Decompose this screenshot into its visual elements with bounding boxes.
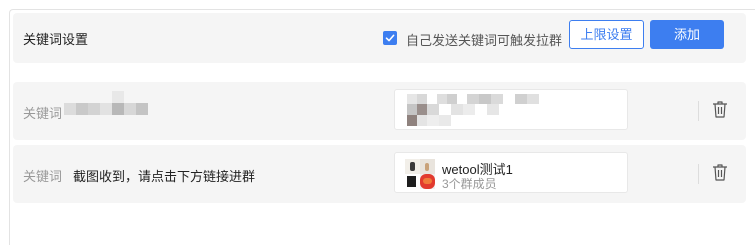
trash-icon[interactable] [712,163,728,181]
keyword-text: 截图收到，请点击下方链接进群 [73,169,256,184]
group-member-count: 3个群成员 [442,177,497,191]
group-card-blurred[interactable] [394,89,628,130]
group-card[interactable]: wetool测试1 3个群成员 [394,152,628,193]
self-trigger-label[interactable]: 自己发送关键词可触发拉群 [406,30,562,49]
limit-settings-button[interactable]: 上限设置 [569,20,644,49]
row-divider [698,164,699,184]
keyword-label: 关键词 [23,106,63,121]
keyword-rule-row: 关键词 截图收到，请点击下方链接进群 wetool测试1 3个群成员 [13,145,746,203]
self-trigger-checkbox[interactable] [383,31,397,45]
trash-icon[interactable] [712,100,728,118]
blurred-keyword [64,91,154,125]
check-icon [385,34,395,42]
add-button[interactable]: 添加 [650,20,724,49]
keyword-settings-header: 关键词设置 自己发送关键词可触发拉群 上限设置 添加 [13,13,746,63]
group-avatar [405,159,435,189]
page-title: 关键词设置 [23,32,89,47]
row-divider [698,101,699,121]
keyword-rule-row: 关键词 [13,82,746,140]
blurred-group-info [407,94,607,126]
keyword-label: 关键词 [23,169,63,184]
